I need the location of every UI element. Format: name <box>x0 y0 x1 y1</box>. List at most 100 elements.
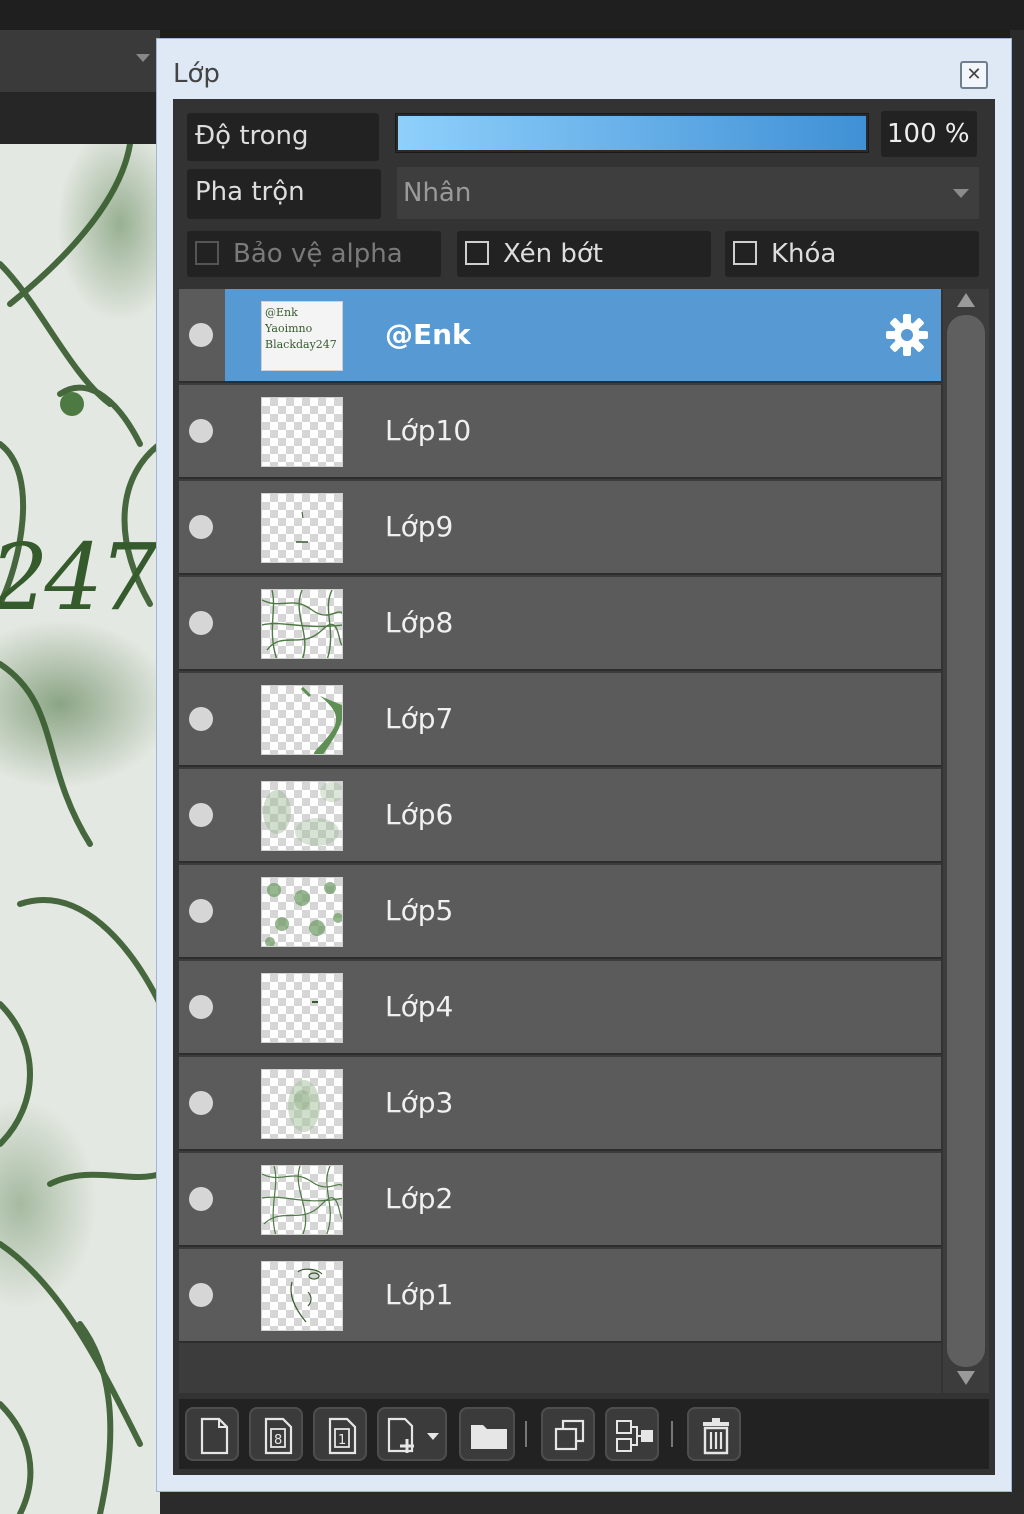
window-title: Lớp <box>173 59 220 89</box>
layer-row[interactable]: Lớp1 <box>179 1249 941 1343</box>
gear-icon[interactable] <box>885 313 929 357</box>
toolbar-divider <box>525 1421 527 1447</box>
visibility-toggle[interactable] <box>179 769 225 861</box>
layer-row[interactable]: Lớp3 <box>179 1057 941 1151</box>
visibility-toggle[interactable] <box>179 1057 225 1149</box>
visibility-dot-icon <box>189 611 213 635</box>
svg-text:Yaoimno: Yaoimno <box>264 322 313 335</box>
new-1bit-layer-button[interactable]: 1 <box>313 1407 367 1461</box>
background-right-edge <box>1010 30 1024 1514</box>
merge-down-button[interactable] <box>605 1407 659 1461</box>
visibility-toggle[interactable] <box>179 289 225 381</box>
canvas-text: 247 <box>0 524 158 631</box>
layer-row[interactable]: Lớp5 <box>179 865 941 959</box>
delete-layer-button[interactable] <box>687 1407 741 1461</box>
layer-row[interactable]: Lớp4 <box>179 961 941 1055</box>
svg-text:1: 1 <box>338 1433 346 1448</box>
opacity-slider-fill <box>398 116 866 150</box>
clipping-checkbox[interactable]: Xén bớt <box>457 231 711 277</box>
thumbnail-art <box>300 686 342 754</box>
thumbnail-art <box>262 1166 342 1234</box>
layer-row[interactable]: Lớp9 <box>179 481 941 575</box>
layer-thumbnail <box>261 877 343 947</box>
layer-row[interactable]: Lớp6 <box>179 769 941 863</box>
new-8bit-layer-button[interactable]: 8 <box>249 1407 303 1461</box>
visibility-dot-icon <box>189 1187 213 1211</box>
layer-thumbnail <box>261 781 343 851</box>
close-icon[interactable]: ✕ <box>960 61 988 89</box>
layer-list-scrollbar[interactable] <box>943 289 989 1393</box>
visibility-toggle[interactable] <box>179 1249 225 1341</box>
visibility-dot-icon <box>189 323 213 347</box>
layer-panel-body: Độ trong 100 % Pha trộn Nhân Bảo vệ alph… <box>173 99 995 1475</box>
visibility-toggle[interactable] <box>179 961 225 1053</box>
svg-text:8: 8 <box>274 1433 282 1448</box>
trash-icon <box>703 1418 729 1455</box>
layer-name: Lớp9 <box>385 510 454 543</box>
layer-row[interactable]: Lớp8 <box>179 577 941 671</box>
lock-label: Khóa <box>771 239 837 269</box>
thumbnail-art <box>262 590 342 658</box>
background-strip <box>0 92 160 144</box>
visibility-toggle[interactable] <box>179 577 225 669</box>
opacity-slider[interactable] <box>395 113 869 153</box>
visibility-dot-icon <box>189 803 213 827</box>
layer-thumbnail: @Enk Yaoimno Blackday247 <box>261 301 343 371</box>
chevron-down-icon[interactable] <box>136 54 150 62</box>
drawing-canvas[interactable]: 247 <box>0 144 160 1514</box>
blend-mode-select[interactable]: Nhân <box>397 167 979 219</box>
opacity-label: Độ trong <box>187 113 379 161</box>
folder-icon <box>471 1425 507 1449</box>
checkbox-square-icon <box>195 241 219 265</box>
add-layer-menu-button[interactable] <box>377 1407 447 1461</box>
visibility-toggle[interactable] <box>179 481 225 573</box>
chevron-down-icon <box>953 189 969 198</box>
layer-name: Lớp7 <box>385 702 454 735</box>
layer-toolbar: 8 1 <box>179 1399 989 1469</box>
layer-row[interactable]: Lớp2 <box>179 1153 941 1247</box>
scroll-down-arrow-icon[interactable] <box>957 1371 975 1385</box>
protect-alpha-label: Bảo vệ alpha <box>233 239 403 269</box>
thumbnail-art <box>290 1268 323 1323</box>
background-bottom-edge <box>160 1492 1024 1514</box>
visibility-toggle[interactable] <box>179 1153 225 1245</box>
blend-mode-value: Nhân <box>403 178 472 208</box>
visibility-dot-icon <box>189 707 213 731</box>
visibility-toggle[interactable] <box>179 385 225 477</box>
visibility-toggle[interactable] <box>179 673 225 765</box>
clipping-label: Xén bớt <box>503 239 603 269</box>
visibility-dot-icon <box>189 995 213 1019</box>
opacity-value-field[interactable]: 100 % <box>881 111 977 157</box>
protect-alpha-checkbox[interactable]: Bảo vệ alpha <box>187 231 441 277</box>
page-1-icon: 1 <box>328 1417 357 1455</box>
layer-name: Lớp8 <box>385 606 454 639</box>
svg-text:@Enk: @Enk <box>265 306 298 319</box>
new-layer-button[interactable] <box>185 1407 239 1461</box>
layer-name: Lớp2 <box>385 1182 454 1215</box>
thumbnail-art <box>288 1080 320 1132</box>
merge-icon <box>616 1420 653 1452</box>
scrollbar-thumb[interactable] <box>947 315 985 1367</box>
layer-name: Lớp1 <box>385 1278 454 1311</box>
layer-row[interactable]: @Enk Yaoimno Blackday247 @Enk <box>179 289 941 383</box>
background-toolbar <box>0 30 160 93</box>
layer-thumbnail <box>261 973 343 1043</box>
layer-thumbnail <box>261 1165 343 1235</box>
thumbnail-art <box>265 882 342 946</box>
layer-list: @Enk Yaoimno Blackday247 @Enk Lớp10 Lớp9… <box>179 289 941 1393</box>
layer-row[interactable]: Lớp10 <box>179 385 941 479</box>
duplicate-layer-button[interactable] <box>541 1407 595 1461</box>
layer-name: Lớp5 <box>385 894 454 927</box>
thumbnail-art <box>296 511 308 543</box>
toolbar-divider <box>671 1421 673 1447</box>
visibility-toggle[interactable] <box>179 865 225 957</box>
duplicate-icon <box>554 1419 585 1451</box>
layer-row[interactable]: Lớp7 <box>179 673 941 767</box>
lock-checkbox[interactable]: Khóa <box>725 231 979 277</box>
new-folder-button[interactable] <box>459 1407 515 1461</box>
layer-name: Lớp10 <box>385 414 472 447</box>
new-page-icon <box>200 1417 229 1455</box>
scroll-up-arrow-icon[interactable] <box>957 293 975 307</box>
page-8-icon: 8 <box>264 1417 293 1455</box>
thumbnail-art <box>263 782 342 846</box>
